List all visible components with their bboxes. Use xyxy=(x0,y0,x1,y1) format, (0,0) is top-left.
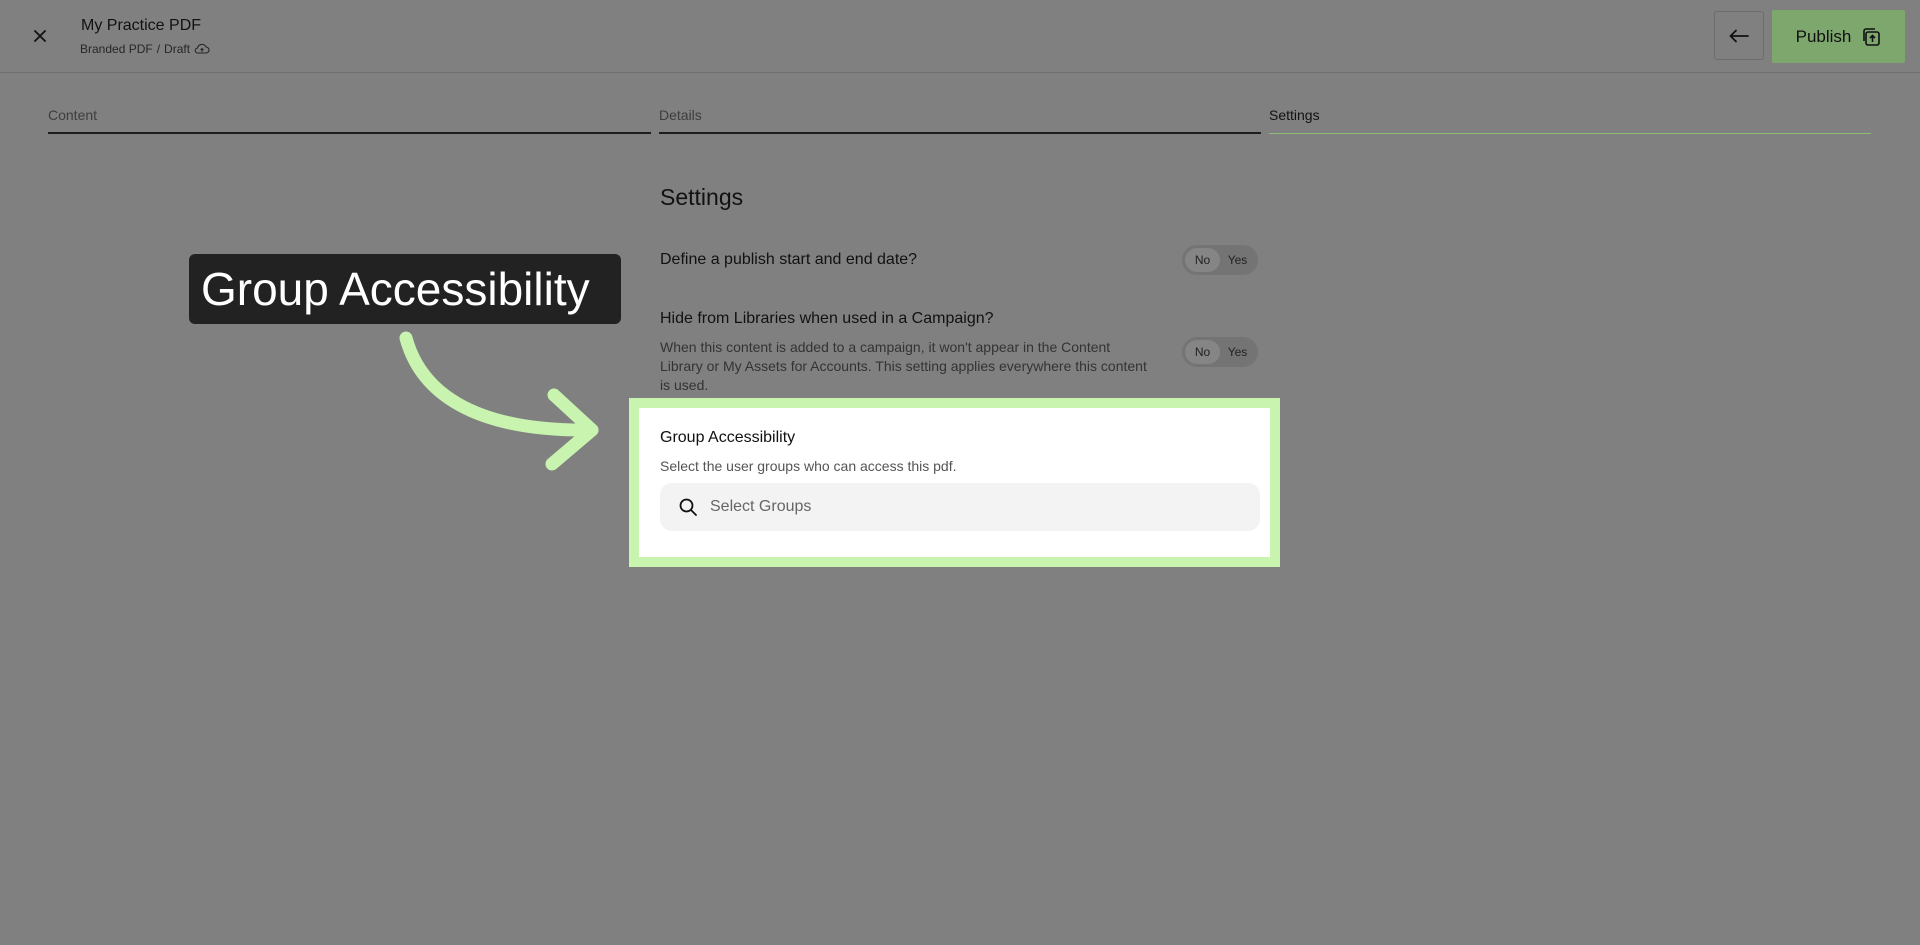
tab-details-underline xyxy=(659,132,1261,134)
close-icon xyxy=(34,30,46,42)
breadcrumb-separator: / xyxy=(156,42,161,56)
page-title: Settings xyxy=(660,184,744,210)
callout-label: Group Accessibility xyxy=(189,254,621,324)
hide-from-libraries-toggle: No Yes xyxy=(1182,337,1258,367)
back-button[interactable] xyxy=(1714,11,1764,60)
hide-from-libraries-question: Hide from Libraries when used in a Campa… xyxy=(660,310,994,327)
group-accessibility-highlight: Group Accessibility Select the user grou… xyxy=(629,398,1280,567)
publish-label: Publish xyxy=(1795,26,1852,46)
tab-settings[interactable]: Settings xyxy=(1269,104,1871,134)
tab-details[interactable]: Details xyxy=(659,104,1261,134)
group-accessibility-description: Select the user groups who can access th… xyxy=(660,458,957,474)
breadcrumb-type: Branded PDF xyxy=(80,42,153,56)
publish-button[interactable]: Publish xyxy=(1772,10,1905,63)
publish-icon xyxy=(1863,27,1881,46)
hide-from-libraries-no[interactable]: No xyxy=(1185,340,1220,364)
search-icon xyxy=(679,498,697,516)
tab-content[interactable]: Content xyxy=(48,104,651,134)
tab-details-label: Details xyxy=(659,107,702,123)
tab-settings-label: Settings xyxy=(1269,107,1320,123)
group-select-field[interactable] xyxy=(660,483,1260,531)
publish-dates-yes[interactable]: Yes xyxy=(1220,248,1255,272)
hide-from-libraries-yes[interactable]: Yes xyxy=(1220,340,1255,364)
cloud-save-icon xyxy=(194,43,210,54)
breadcrumb-status: Draft xyxy=(164,42,191,56)
publish-dates-no[interactable]: No xyxy=(1185,248,1220,272)
breadcrumb: Branded PDF / Draft xyxy=(80,42,210,56)
group-accessibility-title: Group Accessibility xyxy=(660,429,796,446)
document-title: My Practice PDF xyxy=(81,17,202,34)
group-search-input[interactable] xyxy=(710,498,1230,516)
tab-content-underline xyxy=(48,132,651,134)
top-bar: My Practice PDF Branded PDF / Draft Publ… xyxy=(0,0,1920,73)
publish-dates-toggle: No Yes xyxy=(1182,245,1258,275)
tab-content-label: Content xyxy=(48,107,98,123)
group-accessibility-section: Group Accessibility Select the user grou… xyxy=(639,408,1270,557)
callout-arrow xyxy=(399,331,599,471)
close-button[interactable] xyxy=(26,22,54,50)
arrow-left-icon xyxy=(1729,29,1749,42)
publish-dates-question: Define a publish start and end date? xyxy=(660,251,918,268)
hide-from-libraries-description: When this content is added to a campaign… xyxy=(660,339,1147,393)
tab-settings-underline xyxy=(1269,133,1871,134)
